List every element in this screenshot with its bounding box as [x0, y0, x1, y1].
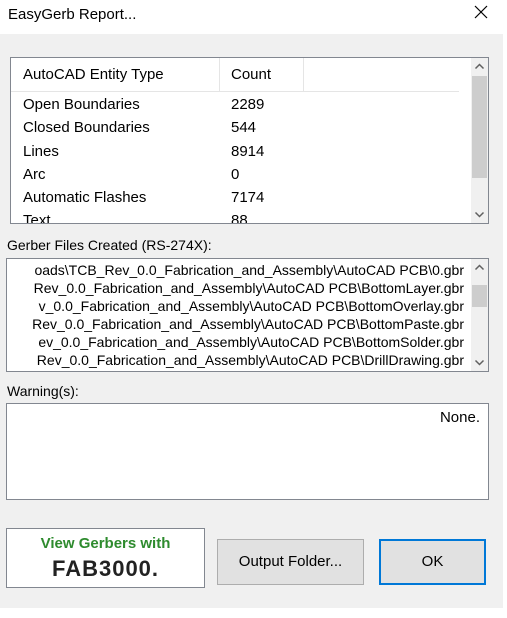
entity-count: 0	[231, 166, 240, 183]
scroll-down-arrow-icon	[474, 359, 485, 366]
entity-list-view[interactable]: AutoCAD Entity Type Count Open Boundarie…	[10, 57, 489, 224]
list-item[interactable]: v_0.0_Fabrication_and_Assembly\AutoCAD P…	[39, 297, 464, 316]
list-item[interactable]: ev_0.0_Fabrication_and_Assembly\AutoCAD …	[38, 333, 464, 352]
list-header: AutoCAD Entity Type Count	[11, 58, 459, 92]
ok-button[interactable]: OK	[379, 539, 486, 585]
scroll-down-button[interactable]	[471, 206, 488, 223]
entity-count: 544	[231, 119, 257, 136]
entity-count: 88	[231, 212, 248, 224]
entity-count: 2289	[231, 96, 265, 113]
gerber-files-scrollbar[interactable]	[471, 259, 488, 371]
scroll-up-button[interactable]	[471, 259, 488, 276]
entity-count: 7174	[231, 189, 265, 206]
gerber-files-list[interactable]: oads\TCB_Rev_0.0_Fabrication_and_Assembl…	[6, 258, 489, 372]
list-item[interactable]: Open Boundaries 2289	[11, 93, 459, 116]
list-item[interactable]: Rev_0.0_Fabrication_and_Assembly\AutoCAD…	[32, 315, 464, 334]
output-folder-button[interactable]: Output Folder...	[217, 539, 364, 585]
scroll-down-button[interactable]	[471, 354, 488, 371]
list-item[interactable]: Automatic Flashes 7174	[11, 186, 459, 209]
warnings-label: Warning(s):	[7, 383, 79, 399]
entity-type: Arc	[23, 166, 46, 183]
list-item[interactable]: Arc 0	[11, 163, 459, 186]
entity-type: Lines	[23, 143, 59, 160]
scroll-thumb[interactable]	[472, 76, 487, 178]
column-header-entity-type[interactable]: AutoCAD Entity Type	[11, 58, 219, 91]
entity-type: Open Boundaries	[23, 96, 140, 113]
title-bar: EasyGerb Report...	[0, 0, 507, 30]
warnings-text: None.	[439, 409, 480, 426]
list-item[interactable]: Rev_0.0_Fabrication_and_Assembly\AutoCAD…	[37, 351, 464, 370]
scroll-up-arrow-icon	[474, 264, 485, 271]
list-item[interactable]: Closed Boundaries 544	[11, 116, 459, 139]
list-item[interactable]: Rev_0.0_Fabrication_and_Assembly\AutoCAD…	[34, 279, 464, 298]
scroll-down-arrow-icon	[474, 211, 485, 218]
entity-count: 8914	[231, 143, 265, 160]
list-item[interactable]: oads\TCB_Rev_0.0_Fabrication_and_Assembl…	[34, 261, 464, 280]
scroll-thumb[interactable]	[472, 285, 487, 307]
fab-button-line1: View Gerbers with	[40, 535, 171, 552]
view-gerbers-fab3000-button[interactable]: View Gerbers with FAB3000.	[6, 528, 205, 588]
window-title: EasyGerb Report...	[8, 6, 137, 23]
scroll-up-button[interactable]	[471, 58, 488, 75]
column-header-count[interactable]: Count	[219, 58, 303, 91]
entity-type: Automatic Flashes	[23, 189, 147, 206]
list-item[interactable]: Lines 8914	[11, 140, 459, 163]
close-button[interactable]	[466, 0, 496, 26]
warnings-box[interactable]: None.	[6, 403, 489, 500]
close-icon	[474, 5, 488, 19]
entity-list-scrollbar[interactable]	[471, 58, 488, 223]
scroll-up-arrow-icon	[474, 63, 485, 70]
header-divider	[303, 58, 304, 91]
entity-type: Closed Boundaries	[23, 119, 150, 136]
fab3000-logo-text: FAB3000.	[51, 556, 160, 581]
list-item[interactable]: Text 88	[11, 209, 459, 224]
entity-type: Text	[23, 212, 51, 224]
gerber-files-label: Gerber Files Created (RS-274X):	[7, 237, 212, 253]
